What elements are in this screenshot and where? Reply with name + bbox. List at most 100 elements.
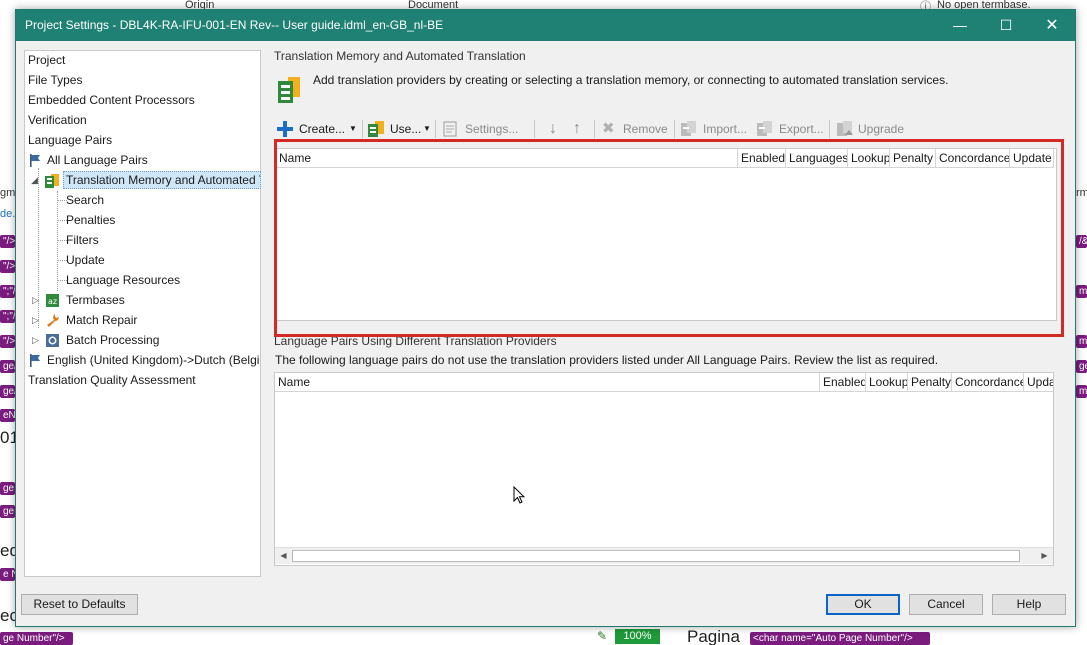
tree-item-language-resources[interactable]: Language Resources — [66, 271, 180, 289]
tm-section-description: Add translation providers by creating or… — [313, 73, 949, 87]
tag-fragment: "/> — [0, 260, 15, 273]
scrollbar-thumb[interactable] — [292, 550, 1020, 562]
flag-icon — [29, 354, 41, 370]
tag-fragment: ";"/> — [0, 310, 15, 323]
dialog-title: Project Settings - DBL4K-RA-IFU-001-EN R… — [25, 18, 444, 32]
wrench-icon — [46, 313, 60, 330]
maximize-button[interactable]: ☐ — [983, 10, 1029, 41]
column-header-enabled[interactable]: Enabled — [820, 373, 866, 392]
tree-item-project[interactable]: Project — [28, 51, 65, 69]
settings-button[interactable]: Settings... — [465, 117, 518, 141]
cancel-button[interactable]: Cancel — [909, 594, 983, 615]
tree-item-batch-processing[interactable]: Batch Processing — [66, 331, 159, 349]
translation-memory-icon — [368, 121, 384, 140]
tree-item-search[interactable]: Search — [66, 191, 104, 209]
tree-item-language-pairs[interactable]: Language Pairs — [28, 131, 112, 149]
create-button[interactable]: Create... — [299, 117, 345, 141]
import-icon — [681, 121, 697, 140]
translation-memory-icon — [45, 174, 59, 191]
toolbar-separator — [362, 120, 363, 138]
tree-line — [57, 191, 58, 291]
tree-item-termbases[interactable]: Termbases — [66, 291, 125, 309]
toolbar-separator — [435, 120, 436, 138]
tag-fragment: ge — [0, 505, 15, 518]
tag-fragment: eN — [0, 409, 15, 422]
tag-fragment: ";"/> — [0, 285, 15, 298]
svg-text:az: az — [48, 297, 57, 306]
tag-fragment: "/> — [0, 335, 15, 348]
export-button[interactable]: Export... — [779, 117, 824, 141]
zoom-badge: 100% — [615, 629, 660, 644]
remove-button[interactable]: Remove — [623, 117, 668, 141]
tree-item-translation-memory[interactable]: Translation Memory and Automated Transla… — [63, 171, 261, 189]
column-header-update[interactable]: Update — [1024, 373, 1053, 392]
tree-item-verification[interactable]: Verification — [28, 111, 87, 129]
tag-fragment: "/> — [0, 235, 15, 248]
use-button[interactable]: Use... — [390, 117, 421, 141]
link-fragment: de. — [0, 208, 16, 220]
remove-icon: ✖ — [602, 120, 615, 137]
right-header-fragment: rm — [1076, 187, 1087, 199]
scroll-left-icon[interactable]: ◀ — [275, 548, 292, 564]
tag-fragment: ge — [0, 482, 15, 495]
expand-arrow-icon[interactable]: ▷ — [32, 311, 39, 329]
close-button[interactable]: ✕ — [1029, 10, 1075, 41]
column-header-name[interactable]: Name — [275, 373, 820, 392]
chevron-down-icon[interactable]: ▼ — [349, 117, 357, 141]
reset-to-defaults-button[interactable]: Reset to Defaults — [21, 594, 138, 615]
ok-button[interactable]: OK — [826, 594, 900, 615]
pencil-icon: ✎ — [597, 629, 608, 643]
plus-icon — [277, 121, 293, 140]
move-up-icon[interactable]: ↑ — [573, 117, 581, 141]
tree-item-filters[interactable]: Filters — [66, 231, 99, 249]
flag-icon — [29, 154, 41, 170]
tag-fragment: ge — [1076, 360, 1087, 373]
dialog-titlebar[interactable]: Project Settings - DBL4K-RA-IFU-001-EN R… — [16, 10, 1075, 41]
scroll-right-icon[interactable]: ▶ — [1036, 548, 1053, 564]
tree-item-file-types[interactable]: File Types — [28, 71, 82, 89]
minimize-button[interactable]: — — [937, 10, 983, 41]
toolbar-separator — [594, 120, 595, 138]
tm-section-title: Translation Memory and Automated Transla… — [274, 49, 526, 63]
tree-item-translation-quality-assessment[interactable]: Translation Quality Assessment — [28, 371, 196, 389]
tag-fragment: ge/& — [0, 385, 15, 398]
pagina-text: Pagina — [687, 627, 740, 645]
help-button[interactable]: Help — [992, 594, 1066, 615]
tag-fragment: e N — [0, 568, 15, 581]
language-pairs-table[interactable]: Name Enabled Lookup Penalty Concordance … — [274, 372, 1054, 566]
export-icon — [757, 121, 773, 140]
tree-item-penalties[interactable]: Penalties — [66, 211, 115, 229]
collapse-arrow-icon[interactable]: ◢ — [31, 171, 38, 189]
table-header: Name Enabled Lookup Penalty Concordance … — [275, 373, 1053, 392]
project-settings-dialog: Project Settings - DBL4K-RA-IFU-001-EN R… — [15, 9, 1076, 627]
settings-icon — [443, 121, 459, 140]
toolbar-separator — [674, 120, 675, 138]
column-header-concordance[interactable]: Concordance — [952, 373, 1024, 392]
tag-fragment: ge Number"/> — [0, 632, 73, 645]
import-button[interactable]: Import... — [703, 117, 747, 141]
tree-item-match-repair[interactable]: Match Repair — [66, 311, 137, 329]
tag-fragment: /& — [1076, 235, 1087, 248]
termbase-icon: az — [46, 294, 59, 310]
auto-page-number-tag: <char name="Auto Page Number"/> — [750, 632, 930, 645]
settings-tree: Project File Types Embedded Content Proc… — [24, 50, 261, 577]
toolbar-separator — [829, 120, 830, 138]
column-header-penalty[interactable]: Penalty — [908, 373, 952, 392]
horizontal-scrollbar[interactable]: ◀ ▶ — [275, 547, 1053, 564]
tree-item-english-dutch-pair[interactable]: English (United Kingdom)->Dutch (Belgium… — [47, 351, 259, 369]
tag-fragment: m/ — [1076, 285, 1087, 298]
expand-arrow-icon[interactable]: ▷ — [32, 331, 39, 349]
tree-item-update[interactable]: Update — [66, 251, 105, 269]
upgrade-icon — [837, 121, 853, 140]
lp-section-description: The following language pairs do not use … — [275, 353, 939, 367]
upgrade-button[interactable]: Upgrade — [858, 117, 904, 141]
expand-arrow-icon[interactable]: ▷ — [32, 291, 39, 309]
highlight-box — [274, 139, 1064, 337]
tree-item-embedded-content-processors[interactable]: Embedded Content Processors — [28, 91, 195, 109]
move-down-icon[interactable]: ↓ — [549, 117, 557, 141]
tag-fragment: m/ — [1076, 335, 1087, 348]
column-header-lookup[interactable]: Lookup — [866, 373, 908, 392]
toolbar-separator — [534, 120, 535, 138]
tree-item-all-language-pairs[interactable]: All Language Pairs — [47, 151, 148, 169]
chevron-down-icon[interactable]: ▼ — [423, 117, 431, 141]
